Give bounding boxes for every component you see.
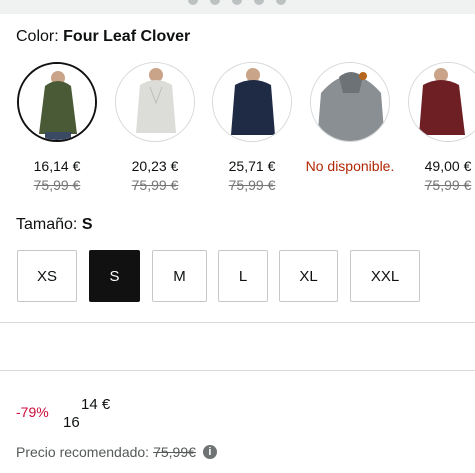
recommended-price: Precio recomendado: 75,99€ i — [16, 444, 217, 460]
price-whole: 16 — [63, 414, 80, 431]
size-button-m[interactable]: M — [152, 250, 207, 302]
hoodie-thumbnail[interactable] — [17, 62, 97, 142]
swatch-old-price: 75,99 € — [228, 177, 276, 193]
size-button-xxl[interactable]: XXL — [350, 250, 420, 302]
carousel-dots — [188, 0, 288, 6]
swatch-price: 20,23 € — [131, 158, 179, 174]
swatch-price: 25,71 € — [228, 158, 276, 174]
discount-percent: -79% — [16, 404, 49, 420]
section-divider — [0, 370, 475, 371]
hoodie-image-icon — [19, 64, 95, 140]
color-selection-label: Color: Four Leaf Clover — [16, 28, 190, 46]
swatch-price: 16,14 € — [33, 158, 81, 174]
color-label: Color: — [16, 28, 59, 45]
rrp-label: Precio recomendado: — [16, 444, 150, 460]
color-swatch[interactable]: 49,00 € 75,99 € — [403, 62, 475, 195]
selected-size-name: S — [81, 216, 93, 233]
color-swatch[interactable]: 16,14 € 75,99 € — [12, 62, 102, 195]
swatch-old-price: 75,99 € — [131, 177, 179, 193]
hoodie-image-icon — [311, 63, 389, 141]
size-button-xs[interactable]: XS — [17, 250, 77, 302]
hoodie-image-icon — [213, 63, 291, 141]
swatch-price: 49,00 € — [424, 158, 472, 174]
size-button-xl[interactable]: XL — [279, 250, 338, 302]
section-divider — [0, 322, 475, 323]
swatch-old-price: 75,99 € — [33, 177, 81, 193]
rrp-value: 75,99€ — [153, 444, 196, 460]
color-swatch[interactable]: 20,23 € 75,99 € — [110, 62, 200, 195]
hoodie-image-icon — [116, 63, 194, 141]
info-icon[interactable]: i — [202, 445, 217, 459]
swatch-unavailable: No disponible. — [305, 158, 395, 174]
hoodie-thumbnail[interactable] — [310, 62, 390, 142]
top-edge-bar — [0, 0, 475, 14]
size-button-l[interactable]: L — [218, 250, 268, 302]
color-swatch[interactable]: 25,71 € 75,99 € — [207, 62, 297, 195]
hoodie-thumbnail[interactable] — [212, 62, 292, 142]
current-price: 14 € 16 — [62, 396, 122, 436]
size-button-s[interactable]: S — [89, 250, 140, 302]
swatch-old-price: 75,99 € — [424, 177, 472, 193]
hoodie-thumbnail[interactable] — [115, 62, 195, 142]
color-swatch[interactable]: No disponible. — [305, 62, 395, 176]
hoodie-thumbnail[interactable] — [408, 62, 475, 142]
price-currency: 14 € — [81, 396, 111, 413]
size-selection-label: Tamaño: S — [16, 216, 93, 234]
selected-color-name: Four Leaf Clover — [63, 28, 191, 45]
color-swatch-carousel[interactable]: 16,14 € 75,99 € 20,23 € 75,99 € 25,71 € … — [0, 62, 475, 197]
hoodie-image-icon — [409, 63, 475, 141]
size-label: Tamaño: — [16, 216, 78, 233]
